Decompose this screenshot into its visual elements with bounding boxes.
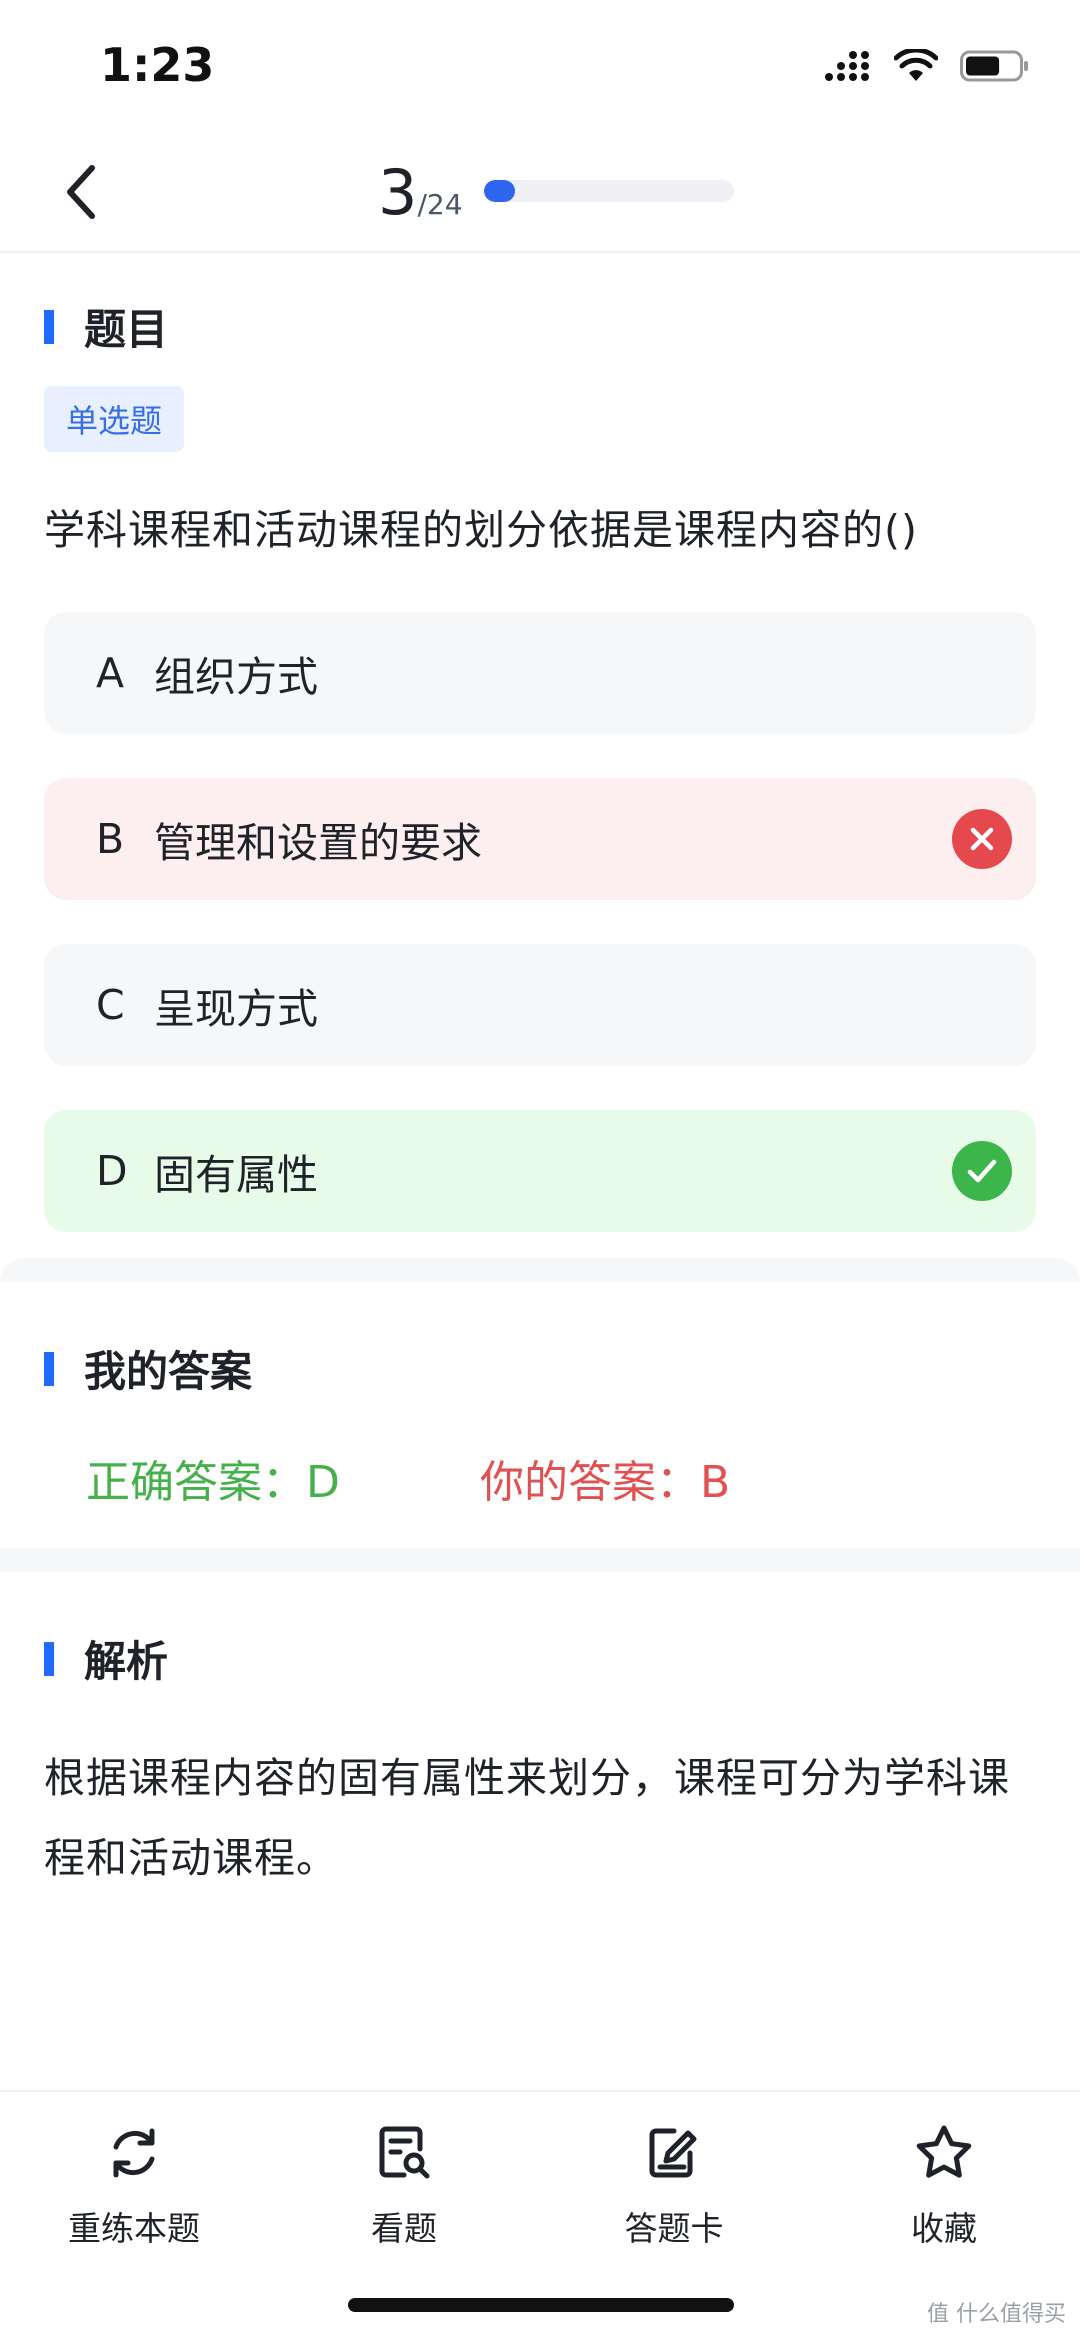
document-search-icon — [369, 2118, 439, 2188]
correct-answer: 正确答案：D — [86, 1446, 340, 1510]
progress-fill — [484, 180, 516, 202]
chevron-left-icon — [67, 165, 95, 219]
view-question-label: 看题 — [371, 2209, 437, 2248]
option-text: 组织方式 — [154, 653, 318, 701]
analysis-section-header: 解析 — [44, 1628, 168, 1689]
section-divider — [0, 1258, 1080, 1282]
wrong-icon — [952, 809, 1012, 869]
progress-current: 3 — [378, 156, 418, 229]
my-answer-section-header: 我的答案 — [44, 1338, 252, 1399]
analysis-text: 根据课程内容的固有属性来划分，课程可分为学科课程和活动课程。 — [44, 1754, 1010, 1882]
section-accent-bar — [44, 309, 54, 344]
correct-answer-value: D — [306, 1457, 340, 1508]
home-indicator — [348, 2298, 734, 2312]
question-section-header: 题目 — [44, 296, 168, 357]
option-text: 管理和设置的要求 — [154, 819, 482, 867]
option-letter: C — [96, 981, 125, 1029]
option-letter: A — [96, 649, 125, 697]
retry-button[interactable]: 重练本题 — [34, 2118, 234, 2250]
status-time: 1:23 — [100, 38, 215, 92]
section-accent-bar — [44, 1351, 54, 1386]
check-icon — [952, 1141, 1012, 1201]
section-accent-bar — [44, 1641, 54, 1676]
watermark: 值 什么值得买 — [927, 2302, 1066, 2327]
answer-sheet-label: 答题卡 — [624, 2209, 724, 2248]
your-answer-label: 你的答案： — [480, 1457, 700, 1508]
nav-bar: 3 /24 — [0, 130, 1080, 253]
option-c[interactable]: C 呈现方式 — [44, 944, 1036, 1066]
cellular-signal-icon — [824, 49, 872, 87]
my-answer-section-title: 我的答案 — [84, 1347, 253, 1396]
star-icon — [909, 2118, 979, 2188]
progress-count: 3 /24 — [378, 156, 463, 229]
progress-total: /24 — [417, 188, 463, 221]
your-answer-value: B — [700, 1457, 731, 1508]
answer-sheet-button[interactable]: 答题卡 — [574, 2118, 774, 2250]
wifi-icon — [893, 47, 939, 87]
section-divider — [0, 1548, 1080, 1572]
favorite-label: 收藏 — [911, 2209, 977, 2248]
progress-bar — [484, 180, 734, 202]
analysis-section-title: 解析 — [84, 1637, 169, 1686]
option-text: 固有属性 — [154, 1151, 318, 1199]
favorite-button[interactable]: 收藏 — [844, 2118, 1044, 2250]
back-button[interactable] — [40, 152, 120, 232]
option-b[interactable]: B 管理和设置的要求 — [44, 778, 1036, 900]
option-d[interactable]: D 固有属性 — [44, 1110, 1036, 1232]
answer-sheet-icon — [639, 2118, 709, 2188]
option-a[interactable]: A 组织方式 — [44, 612, 1036, 734]
option-letter: D — [96, 1147, 128, 1195]
question-type-tag: 单选题 — [44, 386, 185, 452]
status-bar: 1:23 — [0, 0, 1080, 130]
correct-answer-label: 正确答案： — [86, 1457, 306, 1508]
refresh-icon — [99, 2118, 169, 2188]
status-icons — [824, 47, 1030, 88]
question-section-title: 题目 — [84, 305, 169, 354]
view-question-button[interactable]: 看题 — [304, 2118, 504, 2250]
question-text: 学科课程和活动课程的划分依据是课程内容的() — [44, 506, 918, 554]
option-text: 呈现方式 — [154, 985, 318, 1033]
option-letter: B — [96, 815, 125, 863]
your-answer: 你的答案：B — [480, 1446, 730, 1510]
retry-label: 重练本题 — [68, 2209, 200, 2248]
battery-icon — [960, 49, 1030, 87]
